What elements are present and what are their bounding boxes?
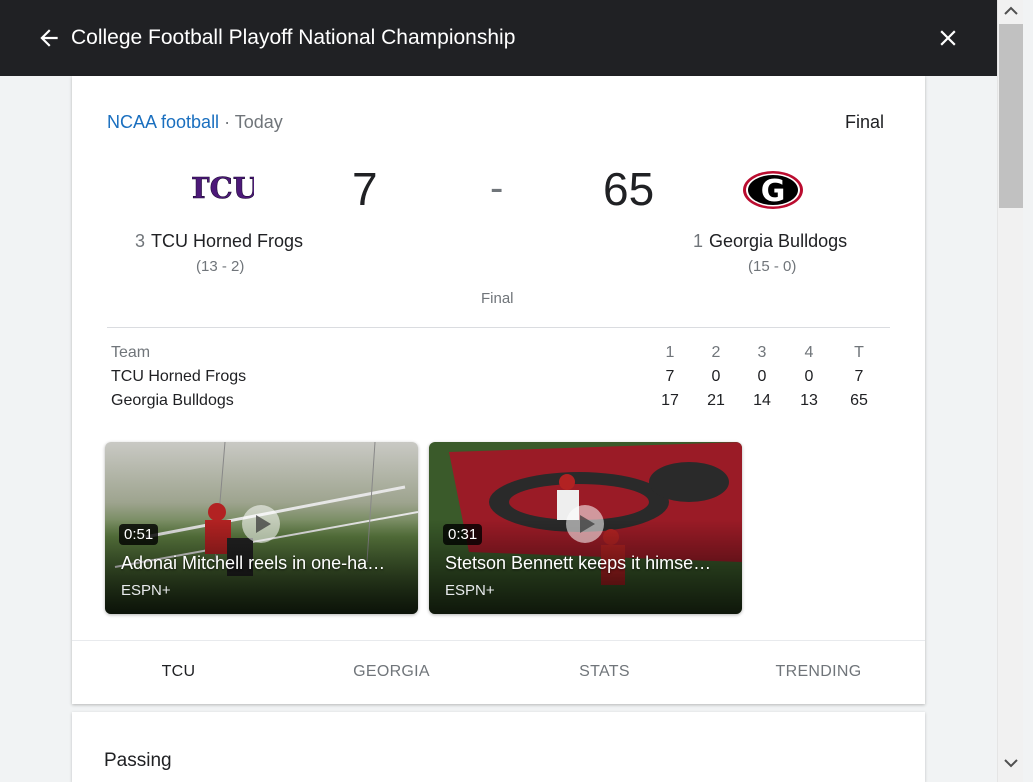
league-link[interactable]: NCAA football (107, 112, 219, 132)
row-team: Georgia Bulldogs (111, 392, 234, 409)
table-row: TCU Horned Frogs 7 0 0 0 7 (111, 366, 896, 390)
video-source: ESPN+ (121, 582, 171, 599)
table-row: Georgia Bulldogs 17 21 14 13 65 (111, 390, 896, 414)
linescore-header: Team 1 2 3 4 T (111, 342, 896, 366)
divider (107, 327, 890, 328)
scroll-down-icon[interactable] (998, 750, 1024, 774)
row-q3: 14 (753, 392, 771, 409)
video-duration: 0:31 (443, 524, 483, 545)
row-total: 7 (854, 368, 864, 385)
home-team-name: Georgia Bulldogs (709, 231, 848, 251)
header-total: T (854, 344, 864, 361)
close-icon[interactable] (935, 25, 961, 51)
row-team: TCU Horned Frogs (111, 368, 247, 385)
video-card[interactable]: 0:31 Stetson Bennett keeps it himse… ESP… (429, 442, 742, 614)
game-card: NCAA football · Today Final TCU 7 - 65 G… (72, 76, 925, 704)
scroll-up-icon[interactable] (998, 0, 1024, 24)
home-rank: 1 (693, 231, 704, 251)
georgia-logo[interactable]: G (742, 170, 804, 210)
tab-bar: TCU GEORGIA STATS TRENDING (72, 640, 925, 704)
row-q1: 7 (665, 368, 675, 385)
video-source: ESPN+ (445, 582, 495, 599)
away-team[interactable]: 3 TCU Horned Frogs (135, 231, 303, 252)
scrollbar[interactable] (997, 0, 1023, 782)
league-line: NCAA football · Today (107, 112, 283, 133)
tab-tcu[interactable]: TCU (72, 663, 285, 681)
header-q4: 4 (804, 344, 814, 361)
row-total: 65 (850, 392, 868, 409)
video-title[interactable]: Adonai Mitchell reels in one-ha… (121, 553, 406, 574)
away-record: (13 - 2) (196, 258, 245, 275)
tab-stats[interactable]: STATS (498, 663, 711, 681)
away-score: 7 (352, 163, 378, 215)
header-q2: 2 (711, 344, 721, 361)
home-score: 65 (603, 163, 655, 215)
row-q2: 21 (707, 392, 725, 409)
section-heading: Passing (104, 750, 172, 771)
linescore-table: Team 1 2 3 4 T TCU Horned Frogs 7 0 0 0 … (111, 342, 896, 414)
tcu-logo[interactable]: TCU (192, 172, 254, 202)
game-day: Today (234, 112, 283, 132)
tab-georgia[interactable]: GEORGIA (285, 663, 498, 681)
video-title[interactable]: Stetson Bennett keeps it himse… (445, 553, 730, 574)
tab-trending[interactable]: TRENDING (712, 663, 925, 681)
header-q1: 1 (665, 344, 675, 361)
header-q3: 3 (757, 344, 767, 361)
row-q4: 13 (800, 392, 818, 409)
home-team[interactable]: 1 Georgia Bulldogs (693, 231, 847, 252)
row-q1: 17 (661, 392, 679, 409)
row-q3: 0 (757, 368, 767, 385)
top-bar: College Football Playoff National Champi… (0, 0, 997, 76)
scrollbar-thumb[interactable] (999, 24, 1023, 208)
row-q4: 0 (804, 368, 814, 385)
play-icon[interactable] (241, 504, 281, 544)
play-icon[interactable] (565, 504, 605, 544)
score-separator: - (490, 166, 504, 210)
league-separator: · (224, 112, 231, 132)
row-q2: 0 (711, 368, 721, 385)
passing-card: Passing (72, 712, 925, 782)
georgia-logo-text: G (761, 174, 786, 209)
home-record: (15 - 0) (748, 258, 797, 275)
back-arrow-icon[interactable] (36, 25, 62, 51)
tcu-logo-text: TCU (192, 172, 254, 202)
away-team-name: TCU Horned Frogs (151, 231, 304, 251)
video-card[interactable]: 0:51 Adonai Mitchell reels in one-ha… ES… (105, 442, 418, 614)
page-title: College Football Playoff National Champi… (71, 26, 516, 49)
game-status: Final (844, 112, 884, 132)
game-status-center: Final (481, 290, 514, 307)
away-rank: 3 (135, 231, 146, 251)
video-duration: 0:51 (119, 524, 159, 545)
header-team: Team (111, 344, 151, 361)
